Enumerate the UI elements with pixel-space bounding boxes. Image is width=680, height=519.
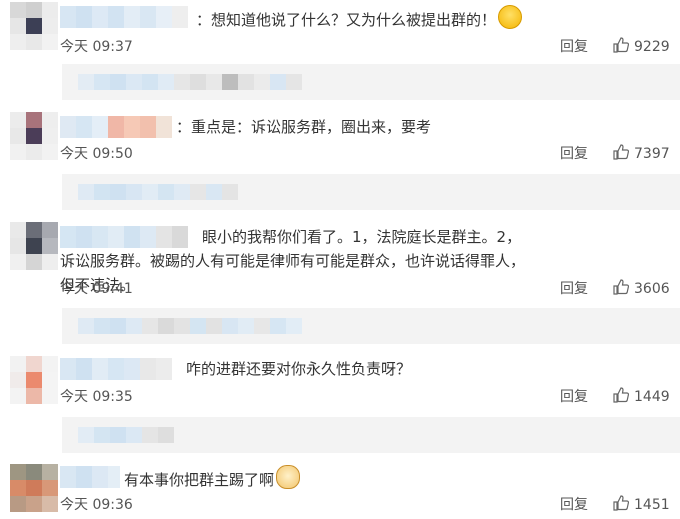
like-count: 7397: [634, 146, 670, 162]
comment-time: 今天 09:35: [60, 389, 133, 405]
reply-button[interactable]: 回复: [560, 494, 588, 514]
comment-item: ：重点是：诉讼服务群，圈出来，要考 今天 09:50 回复 7397: [0, 110, 680, 168]
reply-button[interactable]: 回复: [560, 36, 588, 56]
thumbs-up-icon: [613, 279, 630, 295]
thumbs-up-icon: [613, 495, 630, 511]
comment-text: ：想知道他说了什么？又为什么被提出群的！: [196, 5, 530, 32]
like-count: 9229: [634, 39, 670, 55]
avatar[interactable]: [10, 464, 58, 512]
like-count: 1449: [634, 389, 670, 405]
like-count: 3606: [634, 281, 670, 297]
comment-text: ：重点是：诉讼服务群，圈出来，要考: [176, 118, 432, 136]
username-blurred[interactable]: [60, 466, 120, 488]
username-blurred[interactable]: [60, 6, 196, 28]
laughing-emoji-icon: [498, 5, 523, 29]
comment-time: 今天 09:37: [60, 39, 133, 55]
comment-item: ：想知道他说了什么？又为什么被提出群的！ 今天 09:37 回复 9229: [0, 0, 680, 58]
like-button[interactable]: 3606: [612, 278, 670, 297]
comment-item: 有本事你把群主踢了啊 今天 09:36 回复 1451: [0, 462, 680, 519]
comment-text-body: ：想知道他说了什么？又为什么被提出群的！: [196, 11, 497, 29]
thumbs-up-icon: [613, 37, 630, 53]
reply-preview-blurred[interactable]: [62, 417, 680, 453]
username-blurred[interactable]: [60, 116, 176, 138]
comment-text: 有本事你把群主踢了啊: [124, 465, 530, 492]
avatar[interactable]: [10, 2, 58, 50]
comment-text-body: 有本事你把群主踢了啊: [124, 471, 275, 489]
like-button[interactable]: 1451: [612, 494, 670, 513]
avatar[interactable]: [10, 112, 58, 160]
comment-item: 咋的进群还要对你永久性负责呀？ 今天 09:35 回复 1449: [0, 354, 680, 412]
reply-preview-blurred[interactable]: [62, 308, 680, 344]
comment-text: 咋的进群还要对你永久性负责呀？: [186, 360, 412, 378]
cat-emoji-icon: [276, 465, 301, 489]
reply-preview-blurred[interactable]: [62, 174, 680, 210]
like-button[interactable]: 1449: [612, 386, 670, 405]
reply-button[interactable]: 回复: [560, 143, 588, 163]
avatar[interactable]: [10, 356, 58, 404]
comment-time: 今天 09:36: [60, 497, 133, 513]
reply-preview-blurred[interactable]: [62, 64, 680, 100]
thumbs-up-icon: [613, 144, 630, 160]
reply-button[interactable]: 回复: [560, 278, 588, 298]
like-count: 1451: [634, 497, 670, 513]
comment-item: 眼小的我帮你们看了。1，法院庭长是群主。2，诉讼服务群。被踢的人有可能是律师有可…: [0, 220, 680, 300]
comment-time: 今天 09:41: [60, 281, 133, 297]
comment-time: 今天 09:50: [60, 146, 133, 162]
like-button[interactable]: 7397: [612, 143, 670, 162]
thumbs-up-icon: [613, 387, 630, 403]
username-blurred[interactable]: [60, 358, 176, 380]
avatar[interactable]: [10, 222, 58, 270]
reply-button[interactable]: 回复: [560, 386, 588, 406]
like-button[interactable]: 9229: [612, 36, 670, 55]
